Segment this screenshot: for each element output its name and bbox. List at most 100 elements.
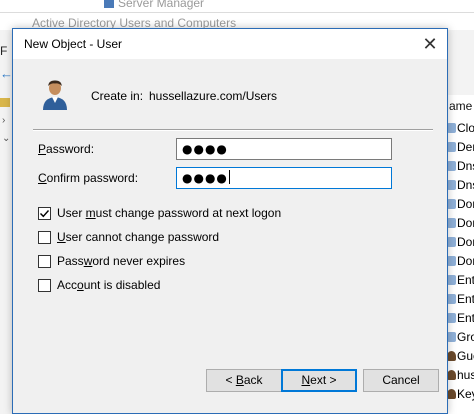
list-item[interactable]: Don — [447, 197, 474, 215]
list-item-label: Don — [457, 216, 474, 230]
checkbox-label-prefix: User — [57, 206, 86, 220]
checkbox-label-accesskey: U — [57, 230, 66, 244]
confirm-label-accesskey: C — [38, 171, 47, 185]
checkbox-label[interactable]: User cannot change password — [57, 230, 219, 244]
next-button-rest: ext > — [310, 373, 337, 387]
group-icon — [447, 275, 456, 285]
group-icon — [447, 294, 456, 304]
server-manager-icon — [104, 0, 114, 8]
list-item-label: Key — [457, 387, 474, 401]
menu-file[interactable]: F — [0, 44, 7, 58]
checkbox-label-prefix: Pass — [57, 254, 84, 268]
create-in-label: Create in: — [91, 89, 144, 103]
list-item[interactable]: Don — [447, 216, 474, 234]
checkbox-label-rest: unt is disabled — [83, 278, 161, 292]
cancel-button[interactable]: Cancel — [363, 369, 439, 392]
list-item-label: Ente — [457, 292, 474, 306]
server-manager-bar: Server Manager — [0, 0, 474, 12]
checkbox-label[interactable]: User must change password at next logon — [57, 206, 281, 220]
group-icon — [447, 313, 456, 323]
dialog-titlebar: New Object - User ✕ — [13, 29, 447, 59]
group-icon — [447, 199, 456, 209]
checkbox-label-accesskey: o — [77, 278, 84, 292]
column-header-name[interactable]: ame — [449, 99, 472, 113]
group-icon — [447, 123, 456, 133]
next-button[interactable]: Next > — [281, 369, 357, 392]
back-button-prefix: < — [225, 373, 236, 387]
list-item-label: hus — [457, 368, 474, 382]
list-item[interactable]: hus — [447, 368, 474, 386]
create-in-value: hussellazure.com/Users — [149, 89, 278, 103]
close-icon[interactable]: ✕ — [419, 33, 441, 55]
confirm-password-value: ●●●● — [182, 171, 228, 185]
folder-icon — [0, 98, 10, 107]
chevron-down-icon[interactable]: ⌄ — [2, 133, 10, 144]
list-item[interactable]: Dns — [447, 159, 474, 177]
list-item[interactable]: Ente — [447, 273, 474, 291]
list-item[interactable]: Gue — [447, 349, 474, 367]
list-item-label: Der — [457, 140, 474, 154]
list-item[interactable]: Clo — [447, 121, 474, 139]
password-label-accesskey: P — [38, 142, 47, 156]
back-arrow-icon[interactable]: ← — [0, 66, 13, 81]
list-item-label: Don — [457, 254, 474, 268]
checkbox-label-rest: ser cannot change password — [65, 230, 220, 244]
list-item-label: Ente — [457, 311, 474, 325]
list-item-label: Ente — [457, 273, 474, 287]
object-list-pane: ame Clo Der Dns Dns Don Don Don Don Ente Ente Ente… — [444, 95, 474, 414]
group-icon — [447, 180, 456, 190]
text-caret — [228, 170, 230, 184]
server-manager-title: Server Manager — [118, 0, 205, 10]
checkbox[interactable] — [38, 255, 51, 268]
password-label: Password: — [38, 142, 94, 156]
next-button-accesskey: N — [301, 373, 311, 387]
user-icon — [40, 79, 70, 110]
checkbox-label[interactable]: Account is disabled — [57, 278, 160, 292]
list-item[interactable]: Der — [447, 140, 474, 158]
list-item[interactable]: Gro — [447, 330, 474, 348]
checkbox-label-prefix: Acc — [57, 278, 78, 292]
list-item[interactable]: Don — [447, 235, 474, 253]
chevron-right-icon[interactable]: › — [2, 115, 5, 126]
back-button-accesskey: B — [235, 373, 244, 387]
confirm-label-rest: onfirm password: — [46, 171, 139, 185]
back-button-rest: ack — [243, 373, 263, 387]
divider — [33, 129, 433, 131]
checkbox-label-rest: ust change password at next logon — [95, 206, 282, 220]
user-list-icon — [447, 351, 456, 361]
checkbox-label-rest: ord never expires — [92, 254, 186, 268]
password-label-rest: assword: — [46, 142, 95, 156]
checkbox-label-accesskey: m — [85, 206, 96, 220]
group-icon — [447, 161, 456, 171]
list-item-label: Don — [457, 235, 474, 249]
checkbox-label[interactable]: Password never expires — [57, 254, 185, 268]
user-list-icon — [447, 370, 456, 380]
user-list-icon — [447, 389, 456, 399]
list-item[interactable]: Ente — [447, 292, 474, 310]
checkmark-icon — [40, 210, 50, 218]
group-icon — [447, 256, 456, 266]
list-item-label: Dns — [457, 159, 474, 173]
new-object-user-dialog: New Object - User ✕ Create in: hussellaz… — [12, 28, 448, 414]
password-value: ●●●● — [182, 142, 228, 156]
list-item[interactable]: Don — [447, 254, 474, 272]
group-icon — [447, 332, 456, 342]
list-item-label: Gro — [457, 330, 474, 344]
checkbox[interactable] — [38, 207, 51, 220]
list-item-label: Don — [457, 197, 474, 211]
list-item-label: Gue — [457, 349, 474, 363]
list-item[interactable]: Ente — [447, 311, 474, 329]
list-item[interactable]: Dns — [447, 178, 474, 196]
checkbox[interactable] — [38, 231, 51, 244]
checkbox[interactable] — [38, 279, 51, 292]
group-icon — [447, 218, 456, 228]
list-item-label: Dns — [457, 178, 474, 192]
list-item[interactable]: Key — [447, 387, 474, 405]
dialog-title: New Object - User — [24, 37, 123, 51]
group-icon — [447, 142, 456, 152]
password-input[interactable]: ●●●● — [176, 138, 392, 160]
list-item-label: Clo — [457, 121, 474, 135]
group-icon — [447, 237, 456, 247]
confirm-password-input[interactable]: ●●●● — [176, 167, 392, 189]
back-button[interactable]: < Back — [206, 369, 282, 392]
